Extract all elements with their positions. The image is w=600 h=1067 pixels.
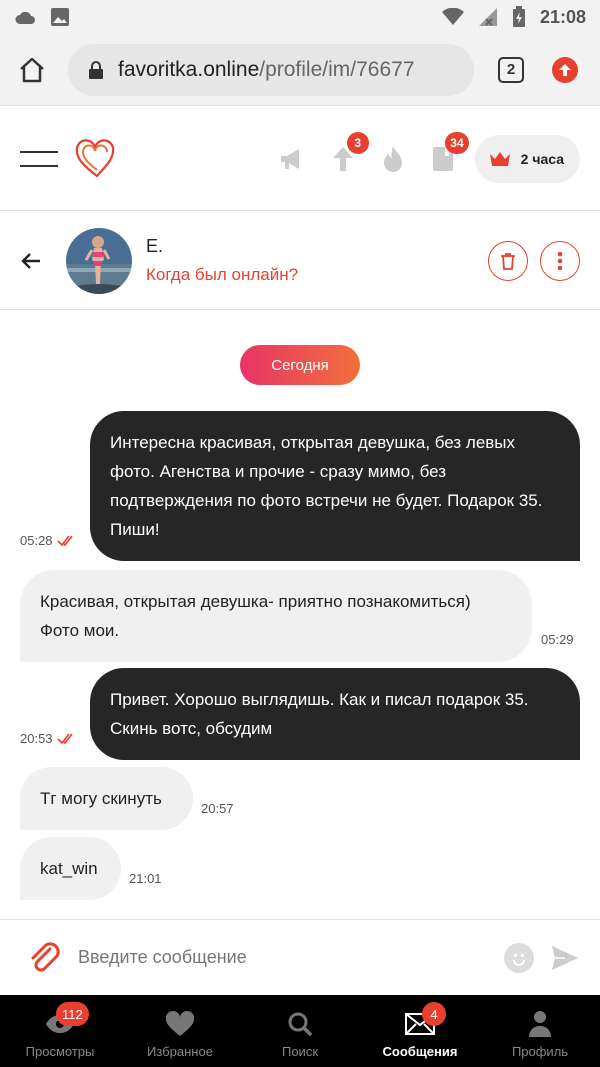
messages-badge: 4	[422, 1002, 446, 1026]
home-button[interactable]	[14, 52, 50, 88]
peer-last-seen-link[interactable]: Когда был онлайн?	[146, 265, 298, 285]
chat-header: Е. Когда был онлайн?	[0, 212, 600, 310]
signal-icon	[478, 8, 497, 26]
nav-label: Просмотры	[25, 1044, 95, 1059]
update-button[interactable]	[552, 56, 578, 83]
trash-icon	[501, 252, 515, 270]
status-bar: 21:08	[0, 0, 600, 34]
message-time: 20:57	[201, 801, 234, 816]
more-options-button[interactable]	[540, 240, 580, 281]
nav-label: Сообщения	[382, 1044, 458, 1059]
peer-name[interactable]: Е.	[146, 236, 298, 257]
kebab-menu-icon	[557, 251, 563, 270]
nav-profile[interactable]: Профиль	[480, 995, 600, 1067]
message-input[interactable]	[78, 947, 504, 968]
back-arrow-icon[interactable]	[20, 250, 42, 272]
emoji-button[interactable]	[504, 942, 534, 973]
person-icon	[529, 1011, 551, 1037]
tab-switcher-button[interactable]: 2	[498, 56, 524, 83]
lock-icon	[89, 60, 103, 79]
message-bubble-incoming[interactable]: Красивая, открытая девушка- приятно позн…	[20, 570, 532, 662]
time-label: 05:28	[20, 533, 53, 548]
search-icon	[288, 1012, 313, 1037]
nav-label: Избранное	[147, 1044, 213, 1059]
nav-messages[interactable]: 4 Сообщения	[360, 995, 480, 1067]
boost-badge: 3	[346, 131, 369, 154]
bottom-navigation: 112 Просмотры Избранное Поиск 4 Сообщени…	[0, 995, 600, 1067]
send-icon[interactable]	[550, 943, 580, 973]
delete-chat-button[interactable]	[488, 240, 528, 281]
boost-button[interactable]: 3	[329, 131, 369, 174]
heart-icon	[165, 1011, 195, 1036]
logo-heart-icon[interactable]	[74, 138, 120, 179]
message-bubble-outgoing[interactable]: Интересна красивая, открытая девушка, бе…	[90, 411, 580, 561]
menu-button[interactable]	[20, 150, 58, 167]
flame-icon	[383, 145, 402, 172]
paperclip-icon[interactable]	[28, 941, 62, 975]
guests-button[interactable]: 34	[429, 131, 469, 174]
hot-button[interactable]	[379, 144, 407, 174]
address-bar[interactable]: favoritka.online/profile/im/76677	[68, 43, 474, 96]
nav-search[interactable]: Поиск	[240, 995, 360, 1067]
image-icon	[51, 8, 69, 26]
message-list[interactable]: Сегодня Интересна красивая, открытая дев…	[0, 311, 600, 919]
message-time: 20:53	[20, 731, 75, 746]
time-label: 21:01	[129, 871, 162, 886]
nav-label: Профиль	[511, 1044, 569, 1059]
megaphone-icon	[280, 148, 299, 169]
nav-label: Поиск	[281, 1044, 319, 1059]
promo-button[interactable]	[279, 144, 307, 174]
cloud-icon	[15, 11, 36, 24]
message-bubble-incoming[interactable]: Тг могу скинуть	[20, 767, 193, 830]
message-composer	[0, 919, 600, 995]
avatar[interactable]	[66, 227, 132, 294]
battery-icon	[512, 6, 525, 27]
time-label: 05:29	[541, 632, 574, 647]
message-bubble-incoming[interactable]: kat_win	[20, 837, 121, 900]
read-check-icon	[56, 535, 73, 546]
message-time: 21:01	[129, 871, 162, 886]
time-label: 20:53	[20, 731, 53, 746]
url-domain: favoritka.online	[118, 57, 260, 81]
message-time: 05:29	[541, 632, 574, 647]
premium-button[interactable]: 2 часа	[474, 134, 580, 183]
status-clock: 21:08	[539, 6, 586, 27]
smile-icon	[513, 953, 525, 966]
views-badge: 112	[56, 1002, 89, 1026]
crown-icon	[489, 151, 510, 166]
day-separator: Сегодня	[240, 345, 360, 385]
message-bubble-outgoing[interactable]: Привет. Хорошо выглядишь. Как и писал по…	[90, 668, 580, 760]
message-time: 05:28	[20, 533, 75, 548]
app-header: 3 34 2 часа	[0, 107, 600, 211]
home-icon	[20, 57, 44, 82]
premium-label: 2 часа	[520, 150, 564, 167]
url-path: /profile/im/76677	[259, 57, 415, 81]
nav-favorites[interactable]: Избранное	[120, 995, 240, 1067]
wifi-icon	[441, 8, 464, 25]
time-label: 20:57	[201, 801, 234, 816]
guests-badge: 34	[445, 131, 469, 154]
read-check-icon	[56, 733, 73, 744]
browser-toolbar: favoritka.online/profile/im/76677 2	[0, 34, 600, 106]
arrow-up-icon	[559, 63, 571, 76]
nav-views[interactable]: 112 Просмотры	[0, 995, 120, 1067]
